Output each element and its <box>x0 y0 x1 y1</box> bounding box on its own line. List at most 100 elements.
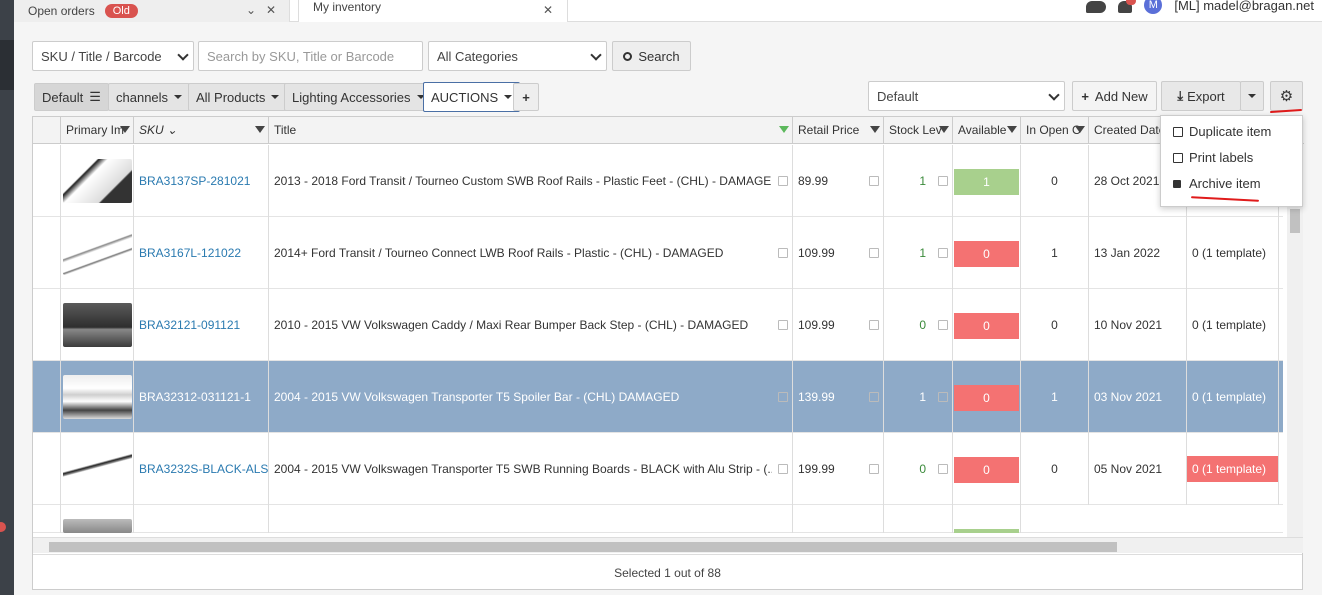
table-row[interactable]: BRA3137SP-281021 2013 - 2018 Ford Transit… <box>33 145 1283 217</box>
export-dropdown-toggle[interactable] <box>1240 81 1264 111</box>
title-cell[interactable]: 2004 - 2015 VW Volkswagen Transporter T5… <box>269 433 793 505</box>
stock-cell[interactable]: 0 <box>884 433 953 505</box>
column-in-open-orders[interactable]: In Open O <box>1021 117 1089 144</box>
column-retail-price[interactable]: Retail Price <box>793 117 884 144</box>
chevron-down-icon[interactable]: ⌄ <box>246 3 256 17</box>
filter-icon[interactable] <box>870 126 880 133</box>
filter-icon[interactable] <box>120 126 130 133</box>
download-icon: ⤓ <box>1177 88 1184 103</box>
edit-icon[interactable] <box>938 176 948 186</box>
filter-icon[interactable] <box>255 126 265 133</box>
stock-cell[interactable]: 1 <box>884 145 953 217</box>
channels-dropdown[interactable]: channels <box>108 83 191 111</box>
default-select[interactable]: Default <box>868 81 1065 111</box>
table-row[interactable]: BRA3167L-121022 2014+ Ford Transit / Tour… <box>33 217 1283 289</box>
edit-icon[interactable] <box>778 176 788 186</box>
close-icon[interactable]: ✕ <box>543 3 553 17</box>
search-input[interactable]: Search by SKU, Title or Barcode <box>198 41 423 71</box>
edit-icon[interactable] <box>778 464 788 474</box>
archive-item-option[interactable]: Archive item <box>1173 176 1261 191</box>
row-checkbox[interactable] <box>33 361 61 433</box>
row-checkbox[interactable] <box>33 145 61 217</box>
duplicate-item-option[interactable]: Duplicate item <box>1173 124 1271 139</box>
user-label[interactable]: [ML] madel@bragan.net <box>1174 0 1314 13</box>
filter-icon[interactable] <box>779 126 789 133</box>
table-row[interactable]: BRA32121-091121 2010 - 2015 VW Volkswagen… <box>33 289 1283 361</box>
table-row[interactable]: BRA32312-031121-1 2004 - 2015 VW Volkswag… <box>33 361 1283 433</box>
search-button[interactable]: Search <box>612 41 691 71</box>
edit-icon[interactable] <box>778 248 788 258</box>
edit-icon[interactable] <box>869 248 879 258</box>
column-primary-image[interactable]: Primary Im <box>61 117 134 144</box>
table-row[interactable] <box>33 505 1283 533</box>
vertical-scrollbar[interactable] <box>1287 207 1303 537</box>
price-cell[interactable]: 199.99 <box>793 433 884 505</box>
price-cell[interactable] <box>793 505 884 533</box>
column-sku[interactable]: SKU ⌄ <box>134 117 269 144</box>
search-type-select[interactable]: SKU / Title / Barcode <box>32 41 194 71</box>
row-checkbox[interactable] <box>33 505 61 533</box>
sku-link[interactable] <box>134 505 269 533</box>
scroll-thumb[interactable] <box>1290 209 1300 233</box>
view-default-button[interactable]: Default ☰ <box>34 83 109 111</box>
all-products-dropdown[interactable]: All Products <box>188 83 288 111</box>
chat-icon[interactable] <box>1086 1 1107 13</box>
column-stock-level[interactable]: Stock Lev <box>884 117 953 144</box>
lighting-accessories-dropdown[interactable]: Lighting Accessories <box>284 83 433 111</box>
table-row[interactable]: BRA3232S-BLACK-ALST 2004 - 2015 VW Volksw… <box>33 433 1283 505</box>
edit-icon[interactable] <box>938 464 948 474</box>
stock-cell[interactable]: 1 <box>884 361 953 433</box>
tab-my-inventory[interactable]: My inventory ✕ <box>298 0 568 22</box>
row-checkbox[interactable] <box>33 217 61 289</box>
title-cell[interactable]: 2013 - 2018 Ford Transit / Tourneo Custo… <box>269 145 793 217</box>
horizontal-scrollbar[interactable] <box>33 537 1303 553</box>
stock-cell[interactable]: 1 <box>884 217 953 289</box>
sku-link[interactable]: BRA32121-091121 <box>134 289 269 361</box>
close-icon[interactable]: ✕ <box>266 3 276 17</box>
sku-link[interactable]: BRA3137SP-281021 <box>134 145 269 217</box>
stock-cell[interactable] <box>884 505 953 533</box>
avatar[interactable]: M <box>1144 0 1163 14</box>
edit-icon[interactable] <box>869 392 879 402</box>
sku-link[interactable]: BRA3167L-121022 <box>134 217 269 289</box>
title-text: 2004 - 2015 VW Volkswagen Transporter T5… <box>274 390 680 404</box>
header-checkbox[interactable] <box>33 117 61 144</box>
row-checkbox[interactable] <box>33 289 61 361</box>
edit-icon[interactable] <box>869 176 879 186</box>
sku-link[interactable]: BRA3232S-BLACK-ALST <box>134 433 269 505</box>
export-button[interactable]: ⤓ Export <box>1161 81 1241 111</box>
bell-icon[interactable] <box>1118 0 1137 13</box>
edit-icon[interactable] <box>938 248 948 258</box>
row-checkbox[interactable] <box>33 433 61 505</box>
filter-icon[interactable] <box>1075 126 1085 133</box>
column-title[interactable]: Title <box>269 117 793 144</box>
edit-icon[interactable] <box>778 320 788 330</box>
sku-link[interactable]: BRA32312-031121-1 <box>134 361 269 433</box>
scroll-thumb[interactable] <box>49 542 1117 552</box>
title-cell[interactable]: 2004 - 2015 VW Volkswagen Transporter T5… <box>269 361 793 433</box>
auctions-tab[interactable]: AUCTIONS <box>423 82 521 112</box>
edit-icon[interactable] <box>778 392 788 402</box>
price-cell[interactable]: 109.99 <box>793 217 884 289</box>
settings-button[interactable]: ⚙ <box>1270 81 1303 111</box>
filter-icon[interactable] <box>939 126 949 133</box>
stock-cell[interactable]: 0 <box>884 289 953 361</box>
tab-open-orders[interactable]: Open orders Old ⌄ ✕ <box>14 0 290 22</box>
price-cell[interactable]: 109.99 <box>793 289 884 361</box>
column-available[interactable]: Available <box>953 117 1021 144</box>
edit-icon[interactable] <box>869 464 879 474</box>
created-date-cell: 03 Nov 2021 <box>1089 361 1187 433</box>
title-cell[interactable]: 2014+ Ford Transit / Tourneo Connect LWB… <box>269 217 793 289</box>
title-cell[interactable] <box>269 505 793 533</box>
filter-icon[interactable] <box>1007 126 1017 133</box>
price-cell[interactable]: 89.99 <box>793 145 884 217</box>
title-cell[interactable]: 2010 - 2015 VW Volkswagen Caddy / Maxi R… <box>269 289 793 361</box>
edit-icon[interactable] <box>938 392 948 402</box>
add-tab-button[interactable]: + <box>513 83 539 111</box>
price-cell[interactable]: 139.99 <box>793 361 884 433</box>
print-labels-option[interactable]: Print labels <box>1173 150 1253 165</box>
add-new-button[interactable]: + Add New <box>1072 81 1157 111</box>
category-select[interactable]: All Categories <box>428 41 607 71</box>
edit-icon[interactable] <box>869 320 879 330</box>
edit-icon[interactable] <box>938 320 948 330</box>
